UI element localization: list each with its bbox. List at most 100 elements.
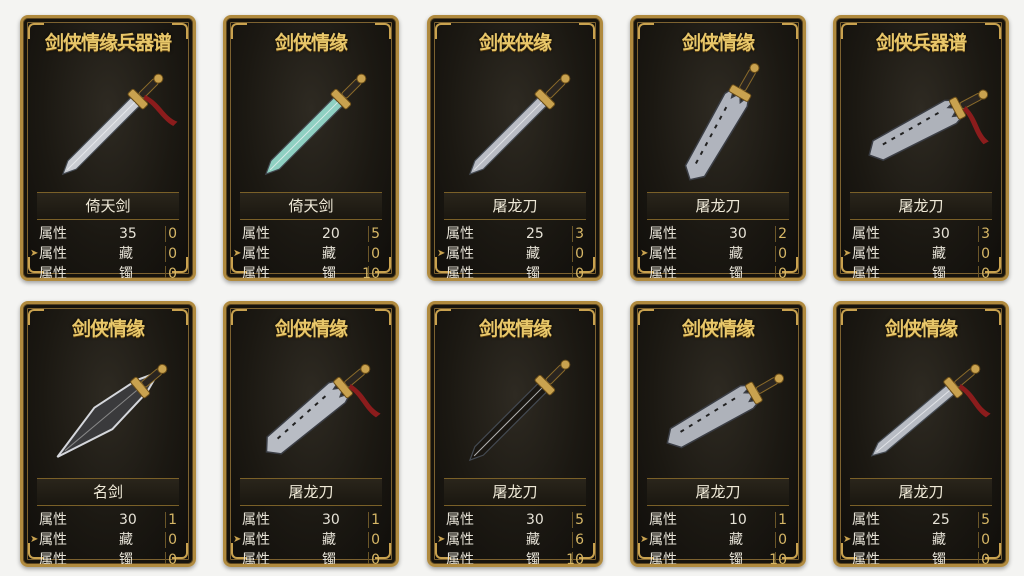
stats-table: 属性 30 3 ➤ 属性 藏 0 属性 镯 0: [843, 224, 994, 281]
stat-value: 藏: [932, 246, 946, 262]
divider: [775, 532, 776, 548]
stats-table: 属性 20 5 ➤ 属性 藏 0 属性 镯 10: [233, 224, 384, 281]
weapon-card-9[interactable]: 剑侠情缘 屠龙刀 属性 10 1 ➤ 属性 藏 0 属性 镯 10: [630, 301, 806, 567]
stat-bonus: 0: [371, 532, 380, 548]
divider: [978, 266, 979, 278]
stat-bonus: 0: [168, 246, 177, 262]
weapon-card-1[interactable]: 剑侠情缘兵器谱 倚天剑 属性 35 0 ➤ 属性 藏 0 属性 镯 0: [20, 15, 196, 281]
weapon-card-7[interactable]: 剑侠情缘 屠龙刀 属性 30 1 ➤ 属性 藏 0 属性 镯 0: [223, 301, 399, 567]
stats-table: 属性 25 5 ➤ 属性 藏 0 属性 镯 0: [843, 510, 994, 567]
stat-value: 20: [322, 226, 340, 242]
weapon-card-6[interactable]: 剑侠情缘 名剑 属性 30 1 ➤ 属性 藏 0 属性 镯 0: [20, 301, 196, 567]
weapon-name: 倚天剑: [37, 192, 179, 220]
stats-table: 属性 30 1 ➤ 属性 藏 0 属性 镯 0: [30, 510, 181, 567]
weapon-illustration: [444, 348, 592, 476]
chevron-right-icon: ➤: [437, 248, 446, 259]
stat-bonus: 2: [778, 226, 787, 242]
stat-bonus: 0: [371, 246, 380, 262]
weapon-name: 名剑: [37, 478, 179, 506]
divider: [165, 532, 166, 548]
chevron-right-icon: ➤: [233, 248, 242, 259]
stat-label: 属性: [39, 246, 67, 262]
stat-bonus: 0: [168, 532, 177, 548]
weapon-card-5[interactable]: 剑侠兵器谱 屠龙刀 属性 30 3 ➤ 属性 藏 0 属性 镯 0: [833, 15, 1009, 281]
divider: [165, 246, 166, 262]
stat-row: 属性 镯 10: [647, 550, 791, 567]
weapon-illustration: [240, 348, 388, 476]
weapon-name: 屠龙刀: [850, 192, 992, 220]
stat-row: 属性 镯 0: [647, 264, 791, 281]
stat-label: 属性: [649, 512, 677, 528]
divider: [775, 226, 776, 242]
weapon-card-4[interactable]: 剑侠情缘 屠龙刀 属性 30 2 ➤ 属性 藏 0 属性 镯 0: [630, 15, 806, 281]
stat-label: 属性: [39, 512, 67, 528]
chevron-right-icon: ➤: [640, 534, 649, 545]
stat-row: 属性 10 1: [647, 510, 791, 530]
stat-row: 属性 20 5: [240, 224, 384, 244]
stat-bonus: 0: [981, 552, 990, 567]
weapon-card-3[interactable]: 剑侠侠缘 屠龙刀 属性 25 3 ➤ 属性 藏 0 属性 镯 0: [427, 15, 603, 281]
stat-value: 镯: [322, 552, 336, 567]
weapon-illustration: [647, 62, 795, 190]
stat-label: 属性: [39, 532, 67, 548]
chevron-right-icon: ➤: [233, 534, 242, 545]
divider: [978, 226, 979, 242]
stat-label: 属性: [39, 226, 67, 242]
stat-label: 属性: [649, 532, 677, 548]
stat-value: 镯: [526, 266, 540, 281]
stat-row: 属性 35 0: [37, 224, 181, 244]
stat-bonus: 6: [575, 532, 584, 548]
weapon-illustration: [850, 348, 998, 476]
stat-row: 属性 30 1: [37, 510, 181, 530]
stat-row: ➤ 属性 藏 0: [233, 244, 384, 264]
stat-value: 镯: [322, 266, 336, 281]
stat-label: 属性: [39, 552, 67, 567]
weapon-card-10[interactable]: 剑侠情缘 屠龙刀 属性 25 5 ➤ 属性 藏 0 属性 镯 0: [833, 301, 1009, 567]
stat-label: 属性: [242, 552, 270, 567]
stat-label: 属性: [242, 226, 270, 242]
divider: [165, 266, 166, 278]
weapon-card-2[interactable]: 剑侠情缘 倚天剑 属性 20 5 ➤ 属性 藏 0 属性 镯 10: [223, 15, 399, 281]
stat-label: 属性: [242, 266, 270, 281]
divider: [368, 532, 369, 548]
stat-label: 属性: [649, 266, 677, 281]
stat-bonus: 0: [575, 266, 584, 281]
stat-value: 藏: [932, 532, 946, 548]
stat-bonus: 5: [371, 226, 380, 242]
stat-row: 属性 镯 0: [37, 550, 181, 567]
stat-value: 藏: [322, 532, 336, 548]
divider: [368, 512, 369, 528]
card-title: 剑侠情缘: [71, 318, 145, 340]
stat-value: 藏: [119, 246, 133, 262]
stat-row: 属性 镯 0: [850, 264, 994, 281]
stat-row: ➤ 属性 藏 0: [843, 530, 994, 550]
stat-row: 属性 镯 0: [240, 550, 384, 567]
stat-bonus: 0: [981, 266, 990, 281]
stat-row: ➤ 属性 藏 6: [437, 530, 588, 550]
stat-bonus: 0: [981, 246, 990, 262]
stat-label: 属性: [649, 226, 677, 242]
stat-value: 藏: [729, 532, 743, 548]
weapon-card-8[interactable]: 剑侠情缘 屠龙刀 属性 30 5 ➤ 属性 藏 6 属性 镯 10: [427, 301, 603, 567]
card-title: 剑侠情缘: [274, 318, 348, 340]
stat-bonus: 0: [371, 552, 380, 567]
stat-label: 属性: [242, 512, 270, 528]
stat-bonus: 10: [566, 552, 584, 567]
stat-row: 属性 镯 0: [850, 550, 994, 567]
card-title: 剑侠情缘兵器谱: [44, 32, 172, 54]
stat-value: 镯: [932, 552, 946, 567]
stat-row: ➤ 属性 藏 0: [30, 530, 181, 550]
stat-label: 属性: [649, 552, 677, 567]
card-grid: 剑侠情缘兵器谱 倚天剑 属性 35 0➤属性 藏 0属性 镯 0 剑侠情缘: [0, 0, 1024, 576]
stat-row: ➤ 属性 藏 0: [437, 244, 588, 264]
stat-row: 属性 25 5: [850, 510, 994, 530]
stat-row: ➤ 属性 藏 0: [640, 530, 791, 550]
stat-row: ➤ 属性 藏 0: [640, 244, 791, 264]
stats-table: 属性 25 3 ➤ 属性 藏 0 属性 镯 0: [437, 224, 588, 281]
stats-table: 属性 10 1 ➤ 属性 藏 0 属性 镯 10: [640, 510, 791, 567]
stat-bonus: 10: [362, 266, 380, 281]
weapon-name: 屠龙刀: [240, 478, 382, 506]
chevron-right-icon: ➤: [30, 534, 39, 545]
card-title: 剑侠情缘: [274, 32, 348, 54]
stat-value: 藏: [322, 246, 336, 262]
